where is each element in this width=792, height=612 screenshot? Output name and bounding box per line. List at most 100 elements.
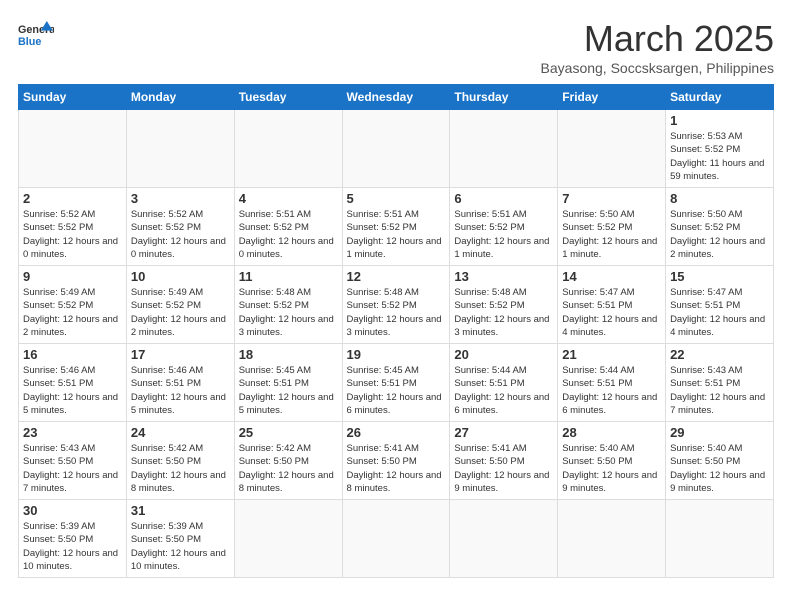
- day-number: 28: [562, 425, 661, 440]
- calendar-header: Sunday Monday Tuesday Wednesday Thursday…: [19, 85, 774, 110]
- day-number: 18: [239, 347, 338, 362]
- calendar-week-5: 30 Sunrise: 5:39 AMSunset: 5:50 PMDayligh…: [19, 500, 774, 578]
- day-number: 14: [562, 269, 661, 284]
- calendar-cell: [342, 500, 450, 578]
- svg-text:Blue: Blue: [18, 36, 41, 48]
- calendar-cell: 2Sunrise: 5:52 AMSunset: 5:52 PMDaylight…: [19, 188, 127, 266]
- location: Bayasong, Soccsksargen, Philippines: [541, 60, 774, 76]
- day-info: Sunrise: 5:48 AMSunset: 5:52 PMDaylight:…: [347, 286, 446, 339]
- day-info: Sunrise: 5:51 AMSunset: 5:52 PMDaylight:…: [239, 208, 338, 261]
- calendar: Sunday Monday Tuesday Wednesday Thursday…: [18, 84, 774, 578]
- day-number: 7: [562, 191, 661, 206]
- calendar-cell: 16Sunrise: 5:46 AMSunset: 5:51 PMDayligh…: [19, 344, 127, 422]
- calendar-cell: 27 Sunrise: 5:41 AMSunset: 5:50 PMDayligh…: [450, 422, 558, 500]
- day-info: Sunrise: 5:51 AMSunset: 5:52 PMDaylight:…: [347, 208, 446, 261]
- day-info: Sunrise: 5:39 AMSunset: 5:50 PMDaylight:…: [23, 520, 122, 573]
- calendar-cell: [666, 500, 774, 578]
- day-number: 15: [670, 269, 769, 284]
- day-number: 20: [454, 347, 553, 362]
- day-info: Sunrise: 5:51 AMSunset: 5:52 PMDaylight:…: [454, 208, 553, 261]
- day-info: Sunrise: 5:47 AMSunset: 5:51 PMDaylight:…: [670, 286, 769, 339]
- day-info: Sunrise: 5:44 AMSunset: 5:51 PMDaylight:…: [562, 364, 661, 417]
- header-row: Sunday Monday Tuesday Wednesday Thursday…: [19, 85, 774, 110]
- calendar-cell: 10 Sunrise: 5:49 AMSunset: 5:52 PMDayligh…: [126, 266, 234, 344]
- calendar-cell: [558, 110, 666, 188]
- calendar-week-0: 1Sunrise: 5:53 AMSunset: 5:52 PMDaylight…: [19, 110, 774, 188]
- calendar-cell: 3Sunrise: 5:52 AMSunset: 5:52 PMDaylight…: [126, 188, 234, 266]
- calendar-cell: [450, 110, 558, 188]
- calendar-cell: [558, 500, 666, 578]
- day-number: 1: [670, 113, 769, 128]
- header-monday: Monday: [126, 85, 234, 110]
- day-info: Sunrise: 5:44 AMSunset: 5:51 PMDaylight:…: [454, 364, 553, 417]
- header-tuesday: Tuesday: [234, 85, 342, 110]
- calendar-cell: [342, 110, 450, 188]
- day-number: 3: [131, 191, 230, 206]
- calendar-cell: 19 Sunrise: 5:45 AMSunset: 5:51 PMDayligh…: [342, 344, 450, 422]
- calendar-cell: 4 Sunrise: 5:51 AMSunset: 5:52 PMDaylight…: [234, 188, 342, 266]
- day-info: Sunrise: 5:46 AMSunset: 5:51 PMDaylight:…: [131, 364, 230, 417]
- day-number: 12: [347, 269, 446, 284]
- day-number: 10: [131, 269, 230, 284]
- calendar-cell: 24 Sunrise: 5:42 AMSunset: 5:50 PMDayligh…: [126, 422, 234, 500]
- day-number: 24: [131, 425, 230, 440]
- day-number: 4: [239, 191, 338, 206]
- calendar-cell: 25Sunrise: 5:42 AMSunset: 5:50 PMDayligh…: [234, 422, 342, 500]
- page: General Blue March 2025 Bayasong, Soccsk…: [0, 0, 792, 612]
- calendar-cell: 11Sunrise: 5:48 AMSunset: 5:52 PMDayligh…: [234, 266, 342, 344]
- day-info: Sunrise: 5:46 AMSunset: 5:51 PMDaylight:…: [23, 364, 122, 417]
- day-number: 8: [670, 191, 769, 206]
- header-wednesday: Wednesday: [342, 85, 450, 110]
- day-info: Sunrise: 5:40 AMSunset: 5:50 PMDaylight:…: [562, 442, 661, 495]
- day-info: Sunrise: 5:42 AMSunset: 5:50 PMDaylight:…: [131, 442, 230, 495]
- day-number: 5: [347, 191, 446, 206]
- day-info: Sunrise: 5:48 AMSunset: 5:52 PMDaylight:…: [239, 286, 338, 339]
- day-number: 31: [131, 503, 230, 518]
- day-number: 26: [347, 425, 446, 440]
- generalblue-logo-icon: General Blue: [18, 18, 54, 54]
- day-info: Sunrise: 5:47 AMSunset: 5:51 PMDaylight:…: [562, 286, 661, 339]
- day-info: Sunrise: 5:49 AMSunset: 5:52 PMDaylight:…: [23, 286, 122, 339]
- calendar-cell: 18 Sunrise: 5:45 AMSunset: 5:51 PMDayligh…: [234, 344, 342, 422]
- calendar-cell: [234, 110, 342, 188]
- day-info: Sunrise: 5:49 AMSunset: 5:52 PMDaylight:…: [131, 286, 230, 339]
- calendar-week-3: 16Sunrise: 5:46 AMSunset: 5:51 PMDayligh…: [19, 344, 774, 422]
- header-saturday: Saturday: [666, 85, 774, 110]
- day-number: 25: [239, 425, 338, 440]
- month-title: March 2025: [541, 18, 774, 60]
- day-number: 29: [670, 425, 769, 440]
- day-info: Sunrise: 5:43 AMSunset: 5:51 PMDaylight:…: [670, 364, 769, 417]
- day-number: 9: [23, 269, 122, 284]
- day-info: Sunrise: 5:45 AMSunset: 5:51 PMDaylight:…: [347, 364, 446, 417]
- calendar-cell: 20 Sunrise: 5:44 AMSunset: 5:51 PMDayligh…: [450, 344, 558, 422]
- day-info: Sunrise: 5:41 AMSunset: 5:50 PMDaylight:…: [347, 442, 446, 495]
- calendar-cell: 23Sunrise: 5:43 AMSunset: 5:50 PMDayligh…: [19, 422, 127, 500]
- calendar-week-2: 9 Sunrise: 5:49 AMSunset: 5:52 PMDaylight…: [19, 266, 774, 344]
- calendar-cell: 29Sunrise: 5:40 AMSunset: 5:50 PMDayligh…: [666, 422, 774, 500]
- day-number: 19: [347, 347, 446, 362]
- calendar-cell: [19, 110, 127, 188]
- calendar-cell: 1Sunrise: 5:53 AMSunset: 5:52 PMDaylight…: [666, 110, 774, 188]
- calendar-cell: [234, 500, 342, 578]
- calendar-body: 1Sunrise: 5:53 AMSunset: 5:52 PMDaylight…: [19, 110, 774, 578]
- day-info: Sunrise: 5:50 AMSunset: 5:52 PMDaylight:…: [562, 208, 661, 261]
- calendar-cell: 31Sunrise: 5:39 AMSunset: 5:50 PMDayligh…: [126, 500, 234, 578]
- calendar-cell: 17Sunrise: 5:46 AMSunset: 5:51 PMDayligh…: [126, 344, 234, 422]
- day-info: Sunrise: 5:45 AMSunset: 5:51 PMDaylight:…: [239, 364, 338, 417]
- calendar-cell: 30 Sunrise: 5:39 AMSunset: 5:50 PMDayligh…: [19, 500, 127, 578]
- day-number: 27: [454, 425, 553, 440]
- day-number: 22: [670, 347, 769, 362]
- day-info: Sunrise: 5:41 AMSunset: 5:50 PMDaylight:…: [454, 442, 553, 495]
- day-number: 21: [562, 347, 661, 362]
- header: General Blue March 2025 Bayasong, Soccsk…: [18, 18, 774, 76]
- calendar-cell: 28 Sunrise: 5:40 AMSunset: 5:50 PMDayligh…: [558, 422, 666, 500]
- calendar-cell: 13Sunrise: 5:48 AMSunset: 5:52 PMDayligh…: [450, 266, 558, 344]
- calendar-week-1: 2Sunrise: 5:52 AMSunset: 5:52 PMDaylight…: [19, 188, 774, 266]
- calendar-cell: 5 Sunrise: 5:51 AMSunset: 5:52 PMDaylight…: [342, 188, 450, 266]
- day-number: 30: [23, 503, 122, 518]
- logo: General Blue: [18, 18, 54, 54]
- day-number: 23: [23, 425, 122, 440]
- day-number: 13: [454, 269, 553, 284]
- day-info: Sunrise: 5:52 AMSunset: 5:52 PMDaylight:…: [23, 208, 122, 261]
- calendar-cell: 21 Sunrise: 5:44 AMSunset: 5:51 PMDayligh…: [558, 344, 666, 422]
